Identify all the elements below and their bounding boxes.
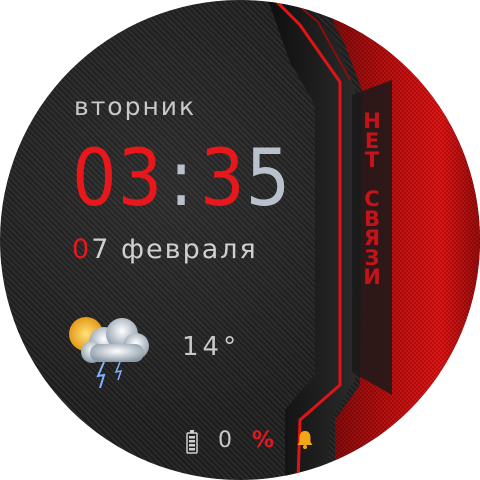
- minute-second: 5: [245, 134, 292, 224]
- bell-icon[interactable]: [296, 430, 314, 450]
- thunderstorm-partly-sunny-icon[interactable]: [64, 306, 156, 396]
- day-second-digit: 7: [91, 234, 111, 265]
- date-display: 07 февраля: [72, 234, 258, 265]
- day-of-week: вторник: [74, 92, 197, 121]
- time-separator: :: [169, 134, 194, 224]
- battery-value: 0: [218, 428, 232, 453]
- minute-first: 3: [199, 134, 246, 224]
- no-connection-status: НЕТ СВЯЗИ: [357, 111, 387, 289]
- battery-unit: %: [252, 428, 275, 453]
- day-first-digit: 0: [72, 234, 92, 265]
- watch-face: вторник 03:35 07 февраля 14° Н Е Т С В Я…: [0, 0, 480, 480]
- battery-icon: [186, 430, 198, 454]
- hour: 03: [72, 134, 164, 224]
- month-name: февраля: [120, 234, 258, 265]
- no-connection-letter: И: [363, 265, 381, 289]
- temperature: 14°: [182, 332, 241, 362]
- time-display: 03:35: [72, 136, 291, 222]
